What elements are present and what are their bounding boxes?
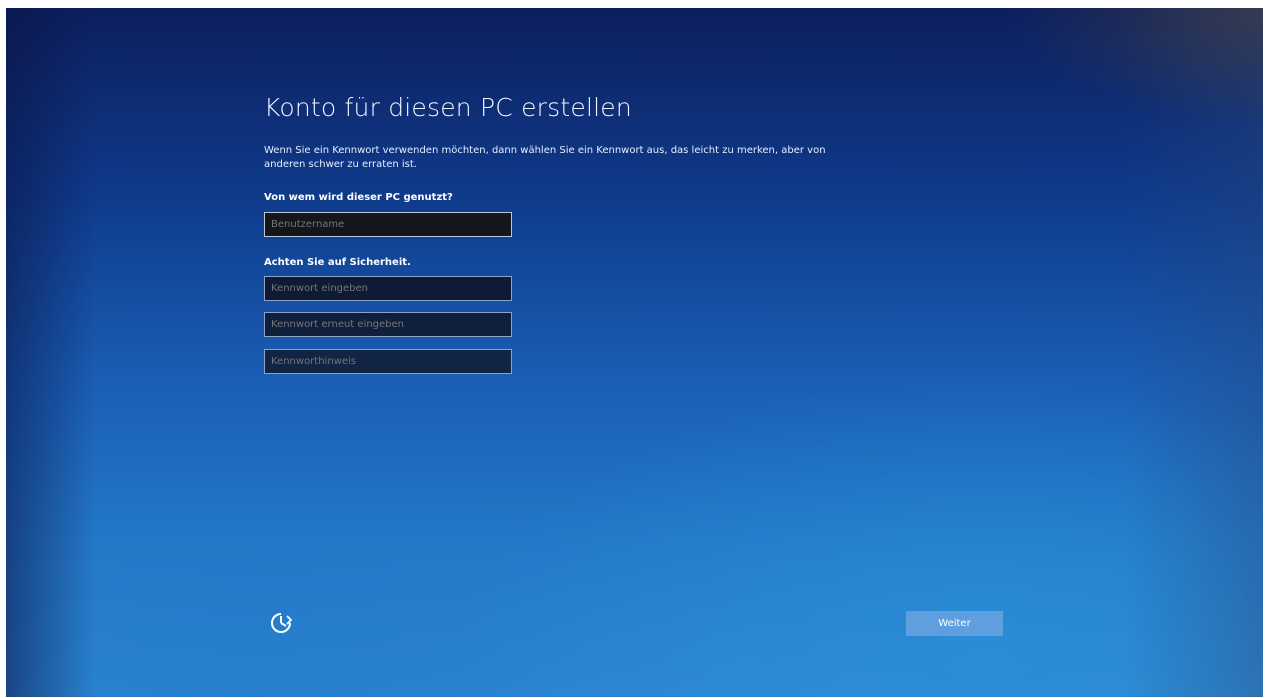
password-hint-input[interactable] — [264, 349, 512, 374]
ease-of-access-icon[interactable] — [268, 610, 294, 636]
username-input[interactable] — [264, 212, 512, 237]
user-section-label: Von wem wird dieser PC genutzt? — [264, 192, 453, 203]
screen-vignette-left — [6, 8, 96, 697]
account-form: Konto für diesen PC erstellen Wenn Sie e… — [264, 88, 884, 374]
screen-glare — [1003, 8, 1263, 128]
photo-frame: Konto für diesen PC erstellen Wenn Sie e… — [0, 0, 1269, 698]
page-title: Konto für diesen PC erstellen — [264, 93, 632, 122]
page-description: Wenn Sie ein Kennwort verwenden möchten,… — [264, 145, 826, 170]
password-input[interactable] — [264, 276, 512, 301]
password-confirm-input[interactable] — [264, 312, 512, 337]
security-section-label: Achten Sie auf Sicherheit. — [264, 257, 411, 268]
next-button[interactable]: Weiter — [906, 611, 1003, 636]
